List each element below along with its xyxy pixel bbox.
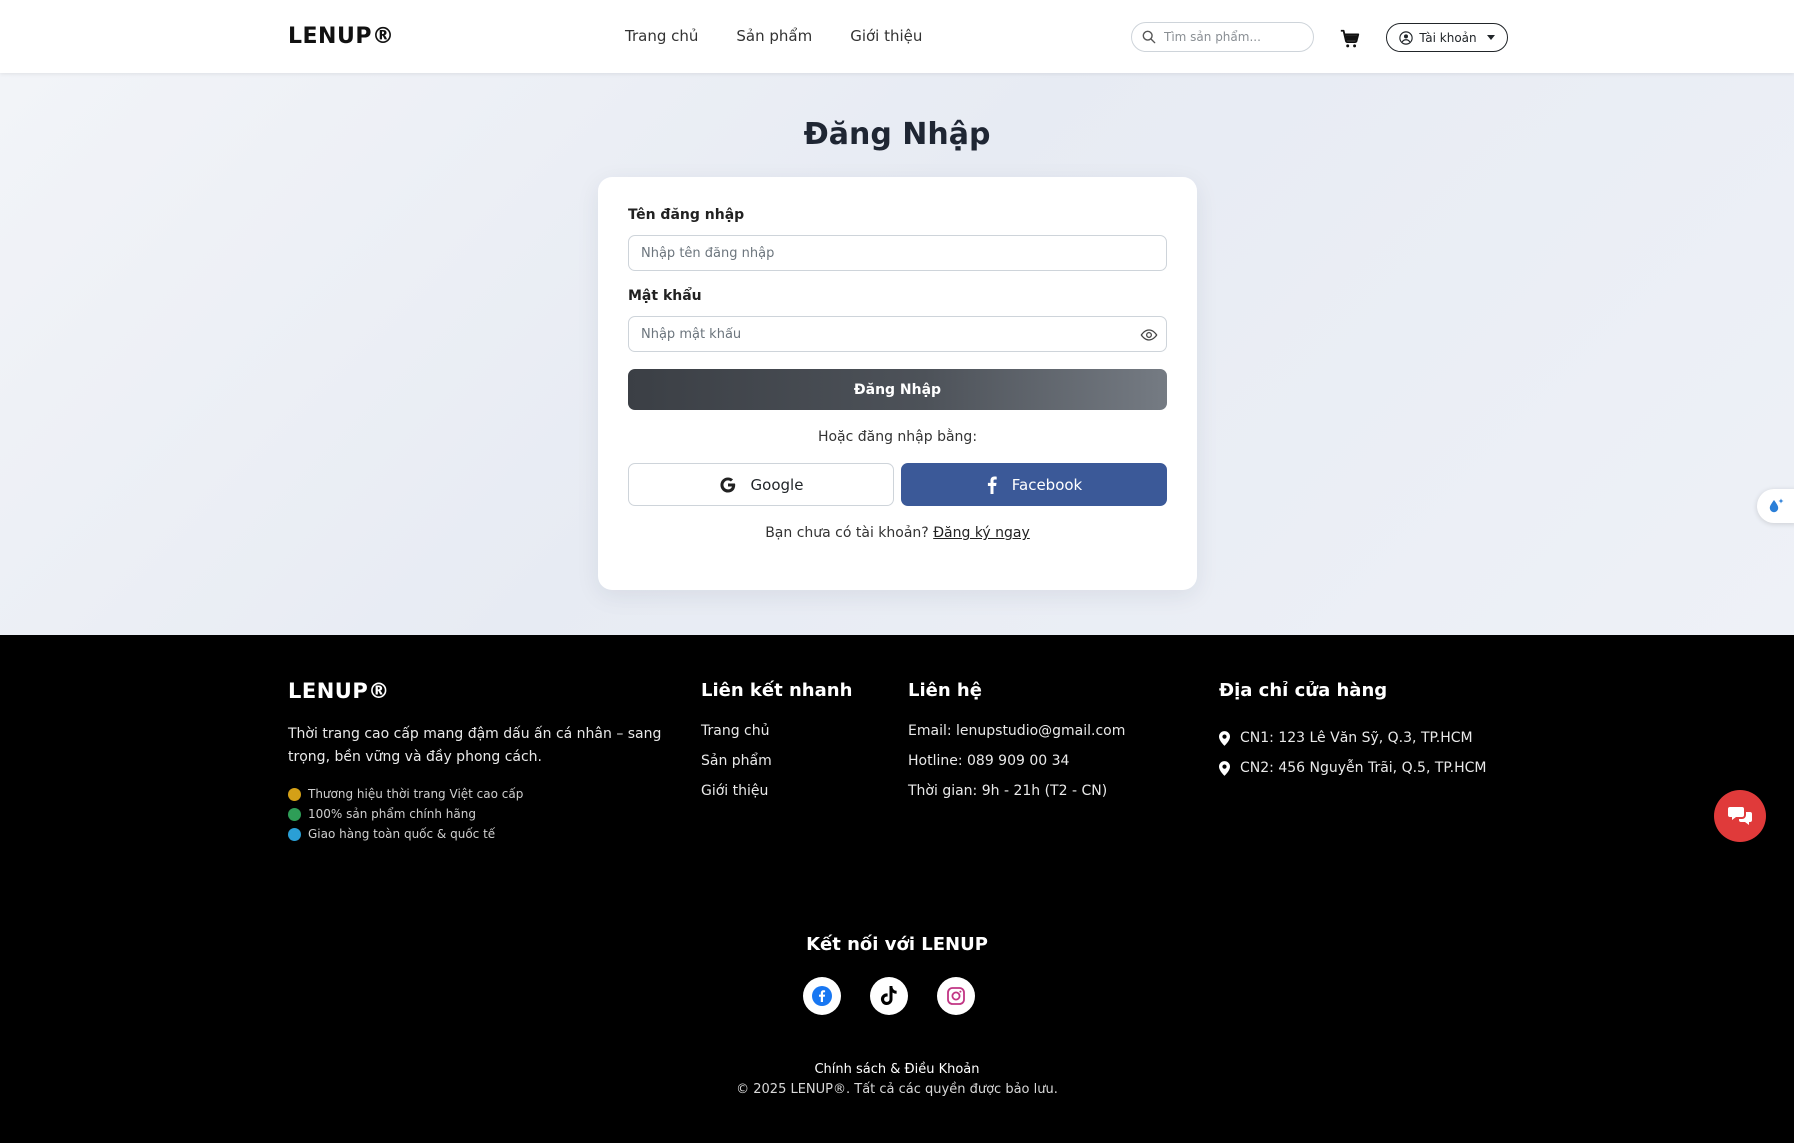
footer-link-products[interactable]: Sản phẩm — [701, 753, 772, 783]
store-address: CN1: 123 Lê Văn Sỹ, Q.3, TP.HCM — [1219, 723, 1487, 753]
location-pin-icon — [1219, 730, 1230, 746]
or-login-with-text: Hoặc đăng nhập bằng: — [817, 429, 978, 445]
search-icon — [1142, 30, 1156, 44]
cart-icon[interactable] — [1339, 28, 1361, 50]
login-card: Tên đăng nhập Mật khẩu Đăng Nhập Hoặc đă… — [598, 177, 1197, 590]
footer-features: Thương hiệu thời trang Việt cao cấp 100%… — [288, 784, 523, 844]
register-prompt: Bạn chưa có tài khoản? Đăng ký ngay — [598, 525, 1197, 541]
location-pin-icon — [1219, 760, 1230, 776]
footer-link-home[interactable]: Trang chủ — [701, 723, 772, 753]
contact-title: Liên hệ — [908, 680, 982, 701]
username-label: Tên đăng nhập — [628, 207, 745, 223]
tiktok-social-button[interactable] — [870, 977, 908, 1015]
facebook-login-button[interactable]: Facebook — [901, 463, 1167, 506]
google-label: Google — [750, 475, 804, 494]
feature-item: Thương hiệu thời trang Việt cao cấp — [288, 784, 523, 804]
star-badge-icon — [288, 787, 301, 801]
globe-icon — [288, 827, 301, 841]
google-login-button[interactable]: Google — [628, 463, 894, 506]
stores-list: CN1: 123 Lê Văn Sỹ, Q.3, TP.HCM CN2: 456… — [1219, 723, 1487, 783]
stores-title: Địa chỉ cửa hàng — [1219, 680, 1388, 701]
brand-logo[interactable]: LENUP® — [288, 24, 394, 49]
register-prompt-text: Bạn chưa có tài khoản? — [765, 525, 929, 541]
feature-item: Giao hàng toàn quốc & quốc tế — [288, 824, 523, 844]
facebook-icon — [812, 986, 832, 1006]
account-dropdown-button[interactable]: Tài khoản — [1386, 23, 1508, 52]
username-input[interactable] — [641, 245, 1154, 261]
chat-icon — [1728, 807, 1752, 825]
search-input[interactable] — [1164, 30, 1304, 44]
register-link[interactable]: Đăng ký ngay — [933, 525, 1030, 541]
side-widget-tab[interactable] — [1757, 489, 1794, 523]
facebook-icon — [987, 476, 997, 494]
page-title: Đăng Nhập — [803, 117, 991, 152]
facebook-label: Facebook — [1011, 475, 1083, 494]
google-icon — [719, 476, 735, 493]
chevron-down-icon — [1486, 35, 1495, 40]
contact-list: Email: lenupstudio@gmail.com Hotline: 08… — [908, 723, 1125, 813]
main-nav: Trang chủ Sản phẩm Giới thiệu — [625, 27, 960, 45]
login-section: Đăng Nhập Tên đăng nhập Mật khẩu Đăng Nh… — [0, 73, 1794, 635]
check-badge-icon — [288, 807, 301, 821]
nav-products[interactable]: Sản phẩm — [736, 27, 812, 45]
social-links — [803, 977, 975, 1015]
store-address: CN2: 456 Nguyễn Trãi, Q.5, TP.HCM — [1219, 753, 1487, 783]
instagram-icon — [947, 987, 965, 1005]
tiktok-icon — [880, 986, 897, 1006]
search-box[interactable] — [1131, 22, 1314, 52]
nav-about[interactable]: Giới thiệu — [850, 27, 922, 45]
password-input[interactable] — [641, 326, 1154, 342]
nav-home[interactable]: Trang chủ — [625, 27, 698, 45]
copyright-text: © 2025 LENUP®. Tất cả các quyền được bảo… — [736, 1082, 1058, 1097]
quick-links-title: Liên kết nhanh — [701, 680, 853, 701]
footer-link-about[interactable]: Giới thiệu — [701, 783, 772, 813]
connect-title: Kết nối với LENUP — [806, 934, 988, 955]
quick-links-list: Trang chủ Sản phẩm Giới thiệu — [701, 723, 772, 813]
contact-hotline: Hotline: 089 909 00 34 — [908, 753, 1070, 769]
contact-hours: Thời gian: 9h - 21h (T2 - CN) — [908, 783, 1108, 799]
login-submit-button[interactable]: Đăng Nhập — [628, 369, 1167, 410]
footer-description: Thời trang cao cấp mang đậm dấu ấn cá nh… — [288, 726, 662, 765]
password-field-wrapper — [628, 316, 1167, 352]
account-label: Tài khoản — [1419, 30, 1477, 45]
contact-email: Email: lenupstudio@gmail.com — [908, 723, 1126, 739]
policy-link[interactable]: Chính sách & Điều Khoản — [0, 1062, 1794, 1077]
feature-item: 100% sản phẩm chính hãng — [288, 804, 523, 824]
site-footer: LENUP® Thời trang cao cấp mang đậm dấu ấ… — [0, 635, 1794, 1143]
site-header: LENUP® Trang chủ Sản phẩm Giới thiệu Tài… — [0, 0, 1794, 73]
user-circle-icon — [1399, 30, 1414, 45]
eye-icon[interactable] — [1140, 326, 1158, 344]
instagram-social-button[interactable] — [937, 977, 975, 1015]
password-label: Mật khẩu — [628, 288, 702, 304]
username-field-wrapper — [628, 235, 1167, 271]
footer-logo: LENUP® — [288, 679, 390, 703]
chat-widget-button[interactable] — [1714, 790, 1766, 842]
water-drop-icon — [1769, 498, 1784, 513]
facebook-social-button[interactable] — [803, 977, 841, 1015]
